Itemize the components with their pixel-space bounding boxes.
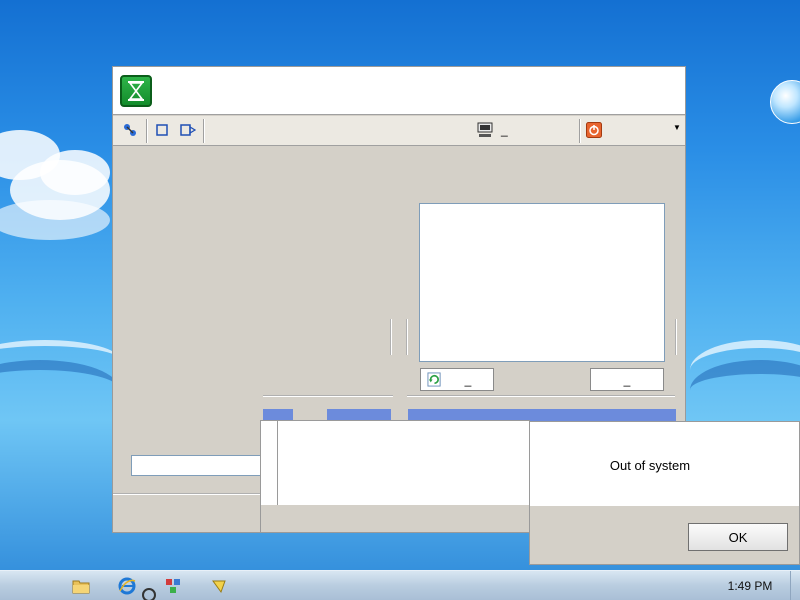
- toolbar-separator: [579, 119, 581, 143]
- secondary-window-footer: [261, 505, 529, 532]
- refresh-button-label: _: [464, 372, 472, 387]
- window-header: [113, 67, 685, 115]
- show-desktop-button[interactable]: [790, 571, 800, 600]
- record-icon: [180, 123, 197, 139]
- toolbar-separator: [146, 119, 148, 143]
- toolbar-separator: [203, 119, 205, 143]
- stop-icon: [156, 123, 168, 139]
- secondary-window-body: [277, 421, 529, 505]
- groupbox-divider: [390, 319, 392, 355]
- power-icon: [586, 122, 602, 141]
- ok-button[interactable]: OK: [688, 523, 788, 551]
- taskbar-clock[interactable]: 1:49 PM: [712, 579, 788, 593]
- secondary-button-label: _: [623, 372, 631, 387]
- groupbox-divider: [675, 319, 677, 355]
- dropdown-arrow-icon: ▼: [673, 123, 681, 132]
- secondary-button[interactable]: _: [590, 368, 664, 391]
- connect-icon: [122, 122, 138, 141]
- desktop-orb-icon: [770, 80, 800, 124]
- secondary-window: [260, 420, 530, 533]
- status-separator: [113, 493, 261, 495]
- stop-button[interactable]: [152, 120, 172, 142]
- taskbar: 1:49 PM: [0, 570, 800, 600]
- folder-icon[interactable]: [71, 576, 91, 596]
- message-dialog: Out of system OK: [529, 421, 800, 565]
- ie-icon[interactable]: [117, 576, 137, 596]
- monitor-button[interactable]: [473, 120, 497, 142]
- connect-button[interactable]: [119, 120, 141, 142]
- monitor-label: _: [501, 123, 508, 137]
- refresh-icon: [427, 372, 442, 390]
- toolbar: _ ▼: [113, 116, 685, 146]
- power-dropdown[interactable]: ▼: [583, 119, 683, 143]
- hourglass-icon: [120, 75, 152, 107]
- dialog-message: Out of system: [609, 458, 691, 473]
- groupbox-bottom: [263, 395, 393, 397]
- record-button[interactable]: [177, 120, 199, 142]
- pin-icon[interactable]: [209, 576, 229, 596]
- groupbox-divider: [406, 319, 408, 355]
- network-icon[interactable]: [163, 576, 183, 596]
- refresh-button[interactable]: _: [420, 368, 494, 391]
- device-listbox[interactable]: [419, 203, 665, 362]
- monitor-icon: [477, 122, 493, 141]
- search-icon[interactable]: [139, 585, 159, 600]
- groupbox-bottom: [407, 395, 675, 397]
